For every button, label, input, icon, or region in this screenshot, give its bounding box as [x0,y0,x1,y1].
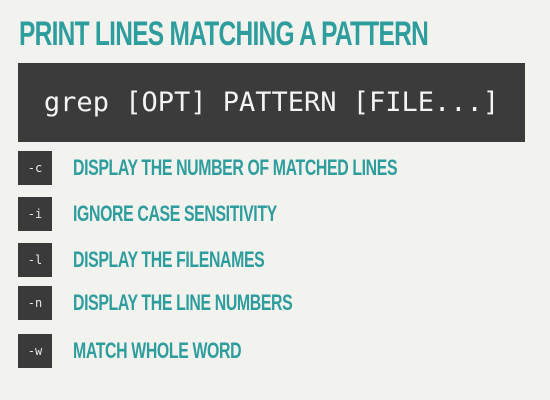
option-description: IGNORE CASE SENSITIVITY [73,201,277,226]
command-syntax-box: grep [OPT] PATTERN [FILE...] [18,63,525,142]
option-description: DISPLAY THE LINE NUMBERS [73,290,293,315]
slide-title: PRINT LINES MATCHING A PATTERN [19,15,429,53]
option-description: MATCH WHOLE WORD [73,338,242,363]
option-flag: -l [18,243,52,277]
option-flag: -i [18,197,52,231]
option-description: DISPLAY THE FILENAMES [73,247,265,272]
option-flag: -w [18,334,52,368]
option-flag: -n [18,286,52,320]
option-description: DISPLAY THE NUMBER OF MATCHED LINES [73,155,398,180]
option-flag: -c [18,151,52,185]
slide: PRINT LINES MATCHING A PATTERN grep [OPT… [0,0,550,400]
